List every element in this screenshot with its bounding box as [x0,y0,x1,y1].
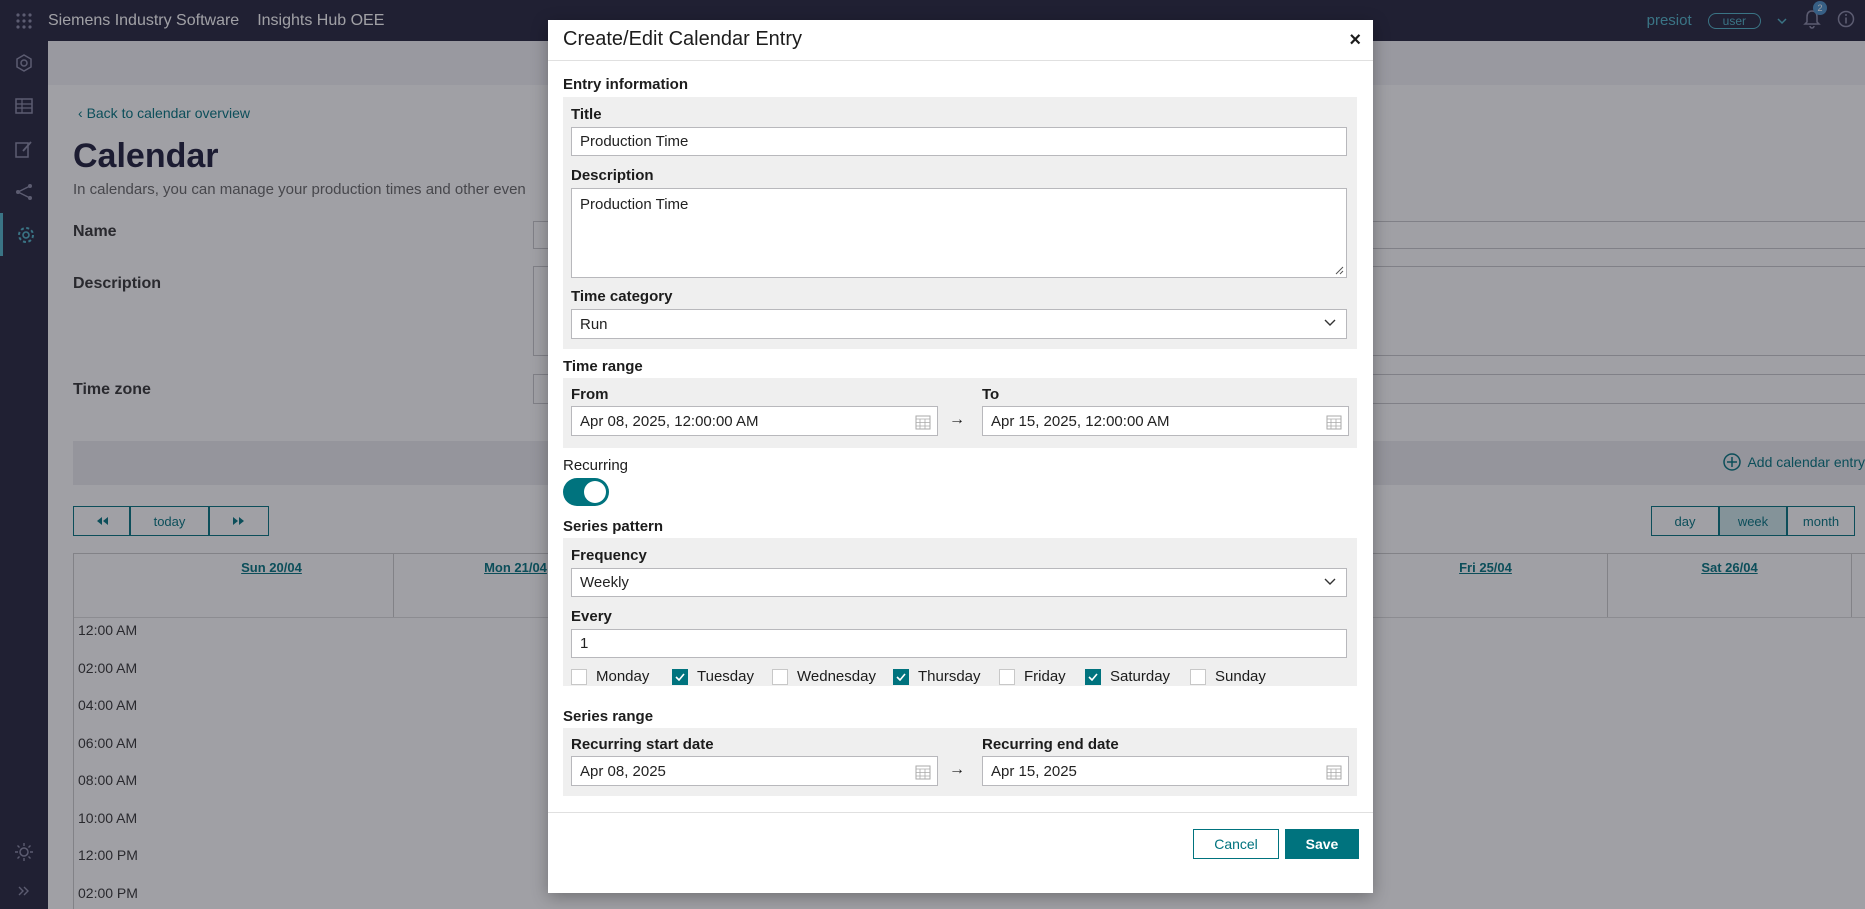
recurring-end-value: Apr 15, 2025 [991,762,1077,780]
recurring-start-value: Apr 08, 2025 [580,762,666,780]
calendar-icon[interactable] [1326,764,1342,780]
series-range-heading: Series range [563,708,654,725]
chevron-down-icon [1324,319,1336,326]
check-icon [1088,672,1098,681]
every-label: Every [571,608,612,625]
frequency-value: Weekly [580,574,629,591]
toggle-knob [584,481,606,503]
weekday-checkbox[interactable]: Thursday [893,668,981,685]
calendar-entry-dialog: Create/Edit Calendar Entry × Entry infor… [548,20,1373,893]
series-pattern-panel: Frequency Weekly Every 1 [563,538,1357,686]
range-arrow-icon: → [949,411,965,428]
weekday-label: Monday [596,668,650,685]
weekday-label: Wednesday [797,668,876,685]
weekday-checkbox[interactable]: Saturday [1085,668,1170,685]
weekday-checkbox[interactable]: Tuesday [672,668,754,685]
weekday-checkbox[interactable]: Wednesday [772,668,876,685]
calendar-icon[interactable] [1326,414,1342,430]
to-datetime-input[interactable]: Apr 15, 2025, 12:00:00 AM [982,406,1349,436]
cancel-button[interactable]: Cancel [1193,829,1279,859]
weekday-label: Saturday [1110,668,1171,685]
from-datetime-input[interactable]: Apr 08, 2025, 12:00:00 AM [571,406,938,436]
recurring-toggle[interactable] [563,478,609,506]
calendar-icon[interactable] [915,414,931,430]
recurring-label: Recurring [563,457,629,474]
save-button[interactable]: Save [1285,829,1359,859]
title-input[interactable]: Production Time [571,127,1347,156]
description-textarea[interactable]: Production Time [571,188,1347,278]
time-category-value: Run [580,315,608,333]
entry-information-heading: Entry information [563,76,689,93]
every-input[interactable]: 1 [571,629,1347,658]
chevron-down-icon [1324,578,1336,585]
series-pattern-heading: Series pattern [563,518,664,535]
calendar-icon[interactable] [915,764,931,780]
weekday-label: Tuesday [697,668,754,685]
frequency-select[interactable]: Weekly [571,568,1347,597]
checkbox[interactable] [571,668,587,685]
time-range-panel: From Apr 08, 2025, 12:00:00 AM → To Apr … [563,378,1357,448]
weekday-checkbox[interactable]: Friday [999,668,1066,685]
dialog-title: Create/Edit Calendar Entry [563,28,803,50]
close-icon[interactable]: × [1349,29,1361,52]
frequency-label: Frequency [571,547,647,564]
checkbox-checked[interactable] [1085,668,1101,685]
weekday-label: Sunday [1215,668,1266,685]
weekday-label: Thursday [918,668,981,685]
checkbox[interactable] [1190,668,1206,685]
checkbox-checked[interactable] [893,668,909,685]
weekday-checkbox[interactable]: Monday [571,668,649,685]
description-label: Description [571,167,654,184]
recurring-end-input[interactable]: Apr 15, 2025 [982,756,1349,786]
dialog-header: Create/Edit Calendar Entry × [548,20,1373,61]
every-value: 1 [580,635,589,652]
checkbox[interactable] [999,668,1015,685]
weekday-label: Friday [1024,668,1066,685]
from-label: From [571,386,609,403]
entry-information-panel: Title Production Time Description Produc… [563,97,1357,349]
resize-handle-icon[interactable] [1335,266,1344,275]
recurring-end-label: Recurring end date [982,736,1119,753]
checkbox[interactable] [772,668,788,685]
range-arrow-icon: → [949,761,965,778]
time-category-select[interactable]: Run [571,309,1347,339]
dialog-footer-divider [548,812,1373,813]
time-range-heading: Time range [563,358,643,375]
description-textarea-value: Production Time [580,196,689,213]
checkbox-checked[interactable] [672,668,688,685]
check-icon [896,672,906,681]
series-range-panel: Recurring start date Apr 08, 2025 → Recu… [563,728,1357,796]
recurring-start-label: Recurring start date [571,736,714,753]
time-category-label: Time category [571,288,673,305]
to-datetime-value: Apr 15, 2025, 12:00:00 AM [991,412,1170,430]
weekday-checkbox[interactable]: Sunday [1190,668,1266,685]
to-label: To [982,386,1000,403]
recurring-start-input[interactable]: Apr 08, 2025 [571,756,938,786]
from-datetime-value: Apr 08, 2025, 12:00:00 AM [580,412,759,430]
title-label: Title [571,106,602,123]
check-icon [675,672,685,681]
title-input-value: Production Time [580,133,689,150]
